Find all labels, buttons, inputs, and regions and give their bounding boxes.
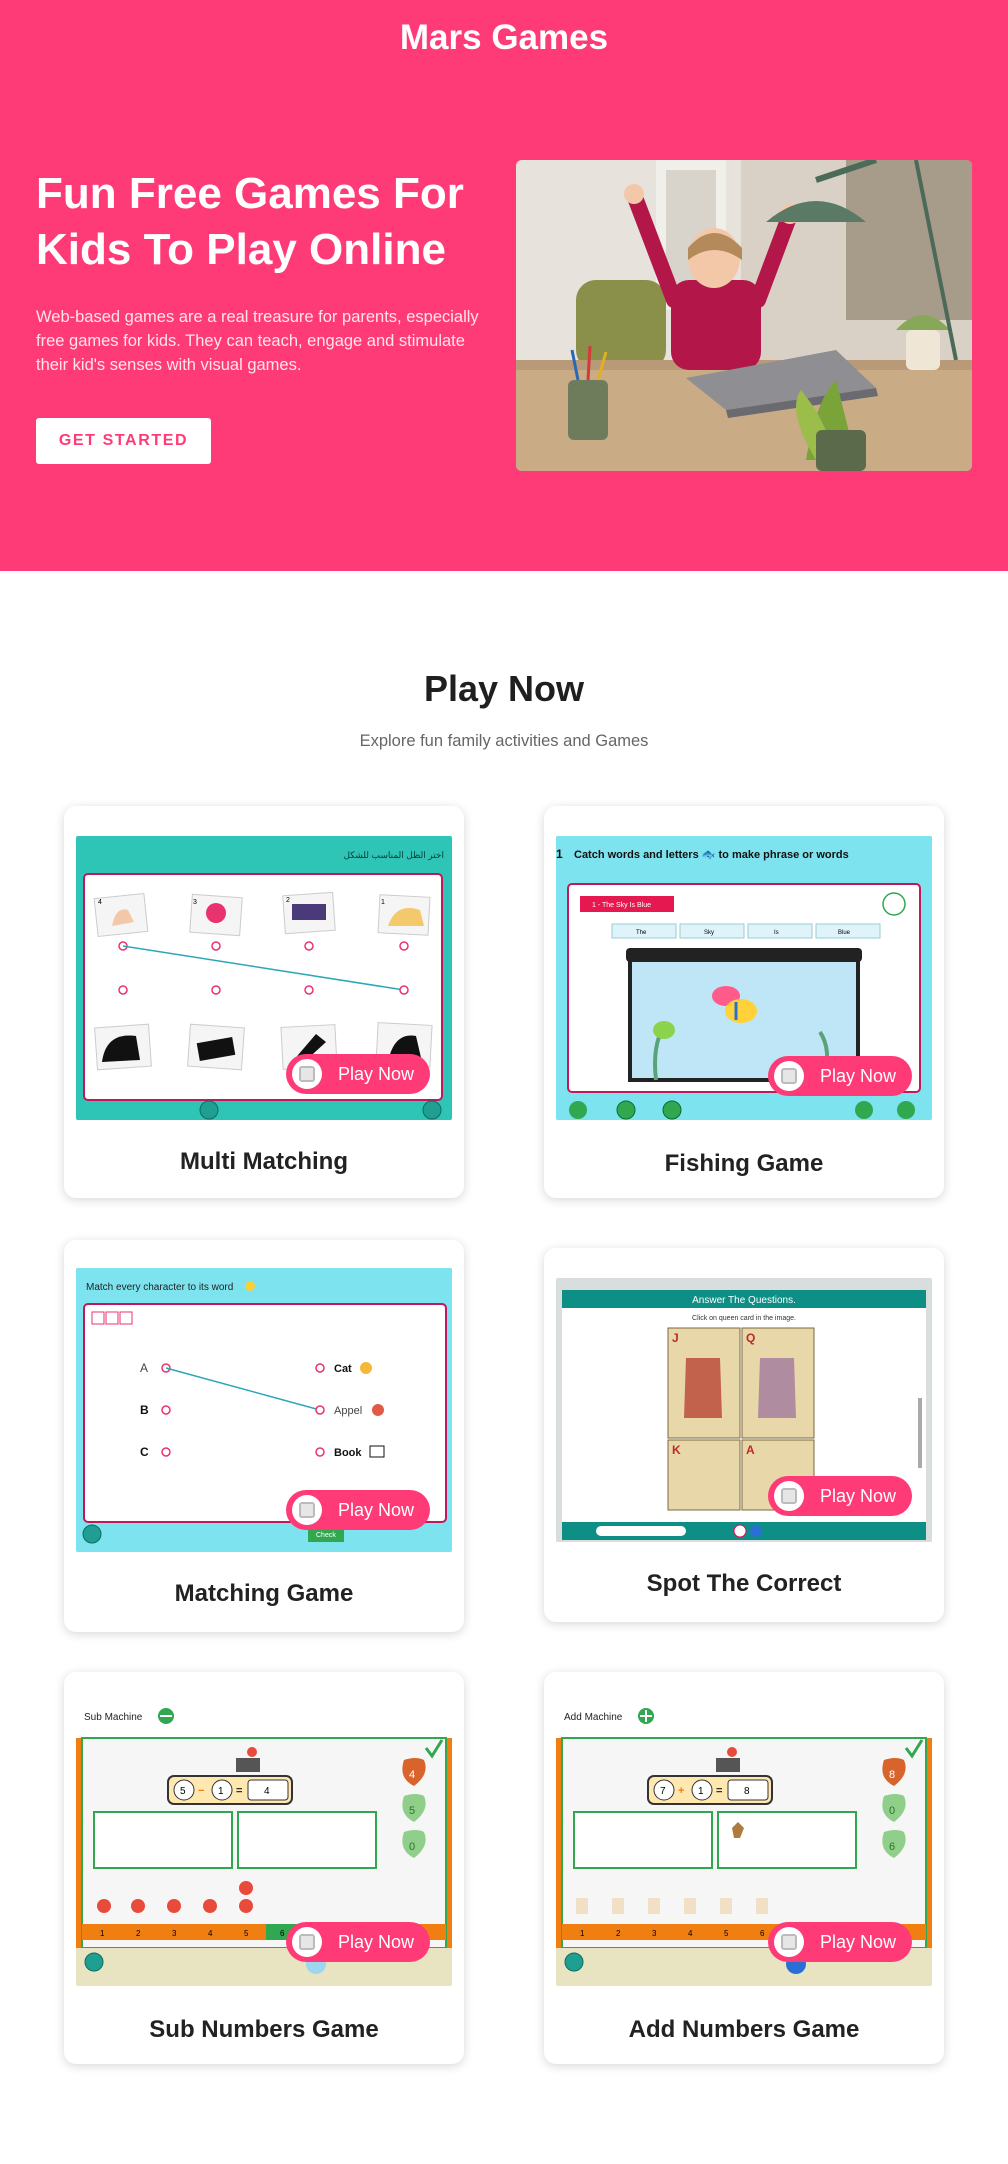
word-tile: Blue [838, 930, 851, 936]
screen-header: Answer The Questions. [692, 1295, 796, 1306]
word-tile: The [636, 930, 647, 936]
scale-number: 2 [616, 1929, 621, 1938]
operand-a: 5 [180, 1786, 186, 1797]
play-now-label: Play Now [338, 1499, 415, 1520]
machine-label: Add Machine [564, 1712, 623, 1723]
svg-text:=: = [716, 1785, 722, 1797]
play-now-label: Play Now [338, 1063, 415, 1084]
site-brand[interactable]: Mars Games [0, 18, 1008, 58]
scale-number: 2 [136, 1929, 141, 1938]
game-card-matching[interactable]: Match every character to its word A B C … [64, 1240, 464, 1632]
play-now-label: Play Now [338, 1931, 415, 1952]
operand-a: 7 [660, 1786, 666, 1797]
letter-item: A [140, 1361, 148, 1375]
game-card-fishing[interactable]: 1 Catch words and letters 🐟 to make phra… [544, 806, 944, 1198]
game-card-add-numbers[interactable]: Add Machine 7 + 1 = 8 8 0 6 1 2 3 4 5 6 … [544, 1672, 944, 2064]
play-now-button[interactable]: Play Now [768, 1056, 912, 1096]
game-card-spot-the-correct[interactable]: Answer The Questions. Click on queen car… [544, 1248, 944, 1622]
operand-b: 1 [218, 1786, 224, 1797]
game-icon [774, 1481, 804, 1511]
game-icon [774, 1927, 804, 1957]
word-tile: Sky [704, 930, 714, 936]
svg-text:J: J [672, 1331, 679, 1345]
game-title[interactable]: Spot The Correct [544, 1570, 944, 1598]
operand-b: 1 [698, 1786, 704, 1797]
scale-number: 4 [688, 1929, 693, 1938]
game-title[interactable]: Matching Game [64, 1580, 464, 1608]
hero-section: Mars Games Fun Free Games For Kids To Pl… [0, 0, 1008, 571]
answer-option: 5 [409, 1805, 415, 1817]
svg-text:=: = [236, 1785, 242, 1797]
section-title: Play Now [423, 668, 585, 709]
play-now-button[interactable]: Play Now [286, 1922, 430, 1962]
result: 4 [264, 1786, 270, 1797]
hero-description: Web-based games are a real treasure for … [36, 308, 479, 374]
play-now-label: Play Now [820, 1485, 897, 1506]
play-now-label: Play Now [820, 1931, 897, 1952]
scale-number: 6 [280, 1929, 285, 1938]
game-title[interactable]: Sub Numbers Game [64, 2016, 464, 2044]
svg-text:A: A [746, 1443, 755, 1457]
svg-text:Q: Q [746, 1331, 755, 1345]
play-now-button[interactable]: Play Now [286, 1054, 430, 1094]
game-card-sub-numbers[interactable]: Sub Machine 5 − 1 = 4 4 5 0 1 2 3 4 5 6 … [64, 1672, 464, 2064]
scale-number: 6 [760, 1929, 765, 1938]
result: 8 [744, 1786, 750, 1797]
card-number: 3 [193, 899, 197, 906]
svg-text:K: K [672, 1443, 681, 1457]
letter-item: C [140, 1445, 149, 1459]
game-icon [292, 1495, 322, 1525]
card-number: 1 [381, 899, 385, 906]
scale-number: 5 [244, 1929, 249, 1938]
screen-question: Click on queen card in the image. [692, 1315, 796, 1322]
play-now-button[interactable]: Play Now [286, 1490, 430, 1530]
scale-number: 5 [724, 1929, 729, 1938]
game-title[interactable]: Fishing Game [544, 1150, 944, 1178]
operator: + [678, 1785, 684, 1797]
answer-option: 4 [409, 1769, 415, 1781]
word-item: Appel [334, 1405, 362, 1417]
play-now-button[interactable]: Play Now [768, 1922, 912, 1962]
letter-item: B [140, 1403, 149, 1417]
hero-photo [516, 160, 972, 471]
answer-option: 6 [889, 1841, 895, 1853]
play-now-label: Play Now [820, 1065, 897, 1086]
scale-number: 1 [100, 1929, 105, 1938]
word-item: Cat [334, 1363, 352, 1375]
word-tile: Is [774, 930, 779, 936]
section-subtitle: Explore fun family activities and Games [359, 732, 649, 750]
game-icon [292, 1927, 322, 1957]
screen-instruction: Catch words and letters 🐟 to make phrase… [574, 849, 849, 861]
card-number: 4 [98, 899, 102, 906]
machine-label: Sub Machine [84, 1712, 143, 1723]
answer-option: 0 [889, 1805, 895, 1817]
game-icon [292, 1059, 322, 1089]
card-number: 2 [286, 897, 290, 904]
screen-instruction: Match every character to its word [86, 1282, 233, 1293]
answer-option: 8 [889, 1769, 895, 1781]
game-title[interactable]: Multi Matching [64, 1148, 464, 1176]
scale-number: 3 [652, 1929, 657, 1938]
scale-number: 4 [208, 1929, 213, 1938]
game-title[interactable]: Add Numbers Game [544, 2016, 944, 2044]
level-label: 1 - The Sky Is Blue [592, 902, 651, 909]
operator: − [198, 1785, 204, 1797]
word-item: Book [334, 1447, 362, 1459]
screen-header: اختر الظل المناسب للشكل [343, 850, 444, 861]
game-icon [774, 1061, 804, 1091]
check-label: Check [316, 1532, 336, 1539]
scale-number: 3 [172, 1929, 177, 1938]
game-card-multi-matching[interactable]: اختر الظل المناسب للشكل 4 3 2 1 Play Now… [64, 806, 464, 1198]
play-now-button[interactable]: Play Now [768, 1476, 912, 1516]
scale-number: 1 [580, 1929, 585, 1938]
answer-option: 0 [409, 1841, 415, 1853]
hero-title: Fun Free Games For Kids To Play Online [36, 169, 464, 274]
screen-number: 1 [556, 847, 563, 861]
get-started-button[interactable]: GET STARTED [36, 418, 211, 464]
